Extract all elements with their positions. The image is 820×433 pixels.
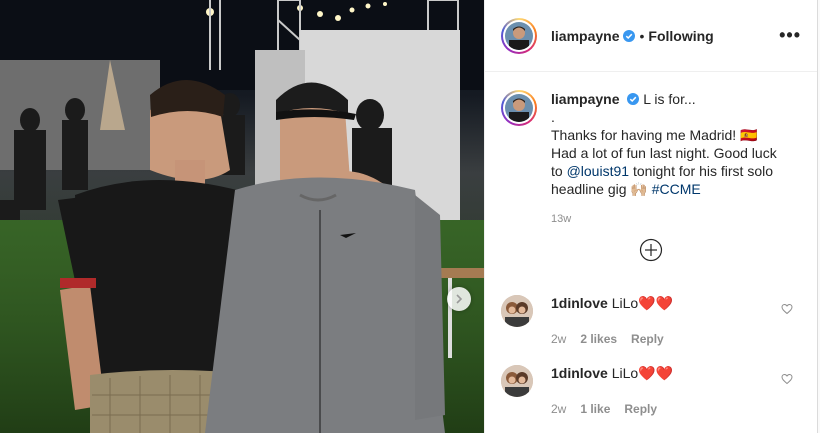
post-side-panel: liampayne • Following ••• liampayne L is… bbox=[484, 0, 818, 433]
comment-text: LiLo❤️❤️ bbox=[611, 365, 674, 381]
chevron-right-icon bbox=[456, 294, 463, 304]
avatar-photo bbox=[501, 295, 533, 327]
heart-outline-icon[interactable] bbox=[781, 303, 793, 315]
post-photo[interactable] bbox=[0, 0, 484, 433]
post-caption: liampayne L is for... . Thanks for havin… bbox=[485, 72, 817, 228]
author-avatar[interactable] bbox=[501, 17, 537, 54]
caption-line-1: L is for... bbox=[643, 91, 696, 107]
hashtag-link[interactable]: #CCME bbox=[652, 181, 701, 197]
caption-line-4: Had a lot of fun last night. Good luck bbox=[551, 145, 777, 161]
following-button[interactable]: Following bbox=[648, 28, 713, 44]
avatar-photo bbox=[505, 94, 533, 122]
post-timestamp[interactable]: 13w bbox=[551, 210, 801, 228]
plus-circle-icon[interactable] bbox=[639, 238, 663, 262]
caption-username[interactable]: liampayne bbox=[551, 91, 619, 107]
author-username[interactable]: liampayne bbox=[551, 28, 619, 44]
comment-likes[interactable]: 1 like bbox=[580, 402, 610, 416]
reply-button[interactable]: Reply bbox=[631, 332, 664, 346]
comment-item: 1dinlove LiLo❤️❤️ 2w 2 likes Reply bbox=[485, 295, 819, 346]
verified-badge-icon bbox=[627, 93, 640, 105]
separator-dot: • bbox=[639, 27, 645, 44]
caption-line-3: Thanks for having me Madrid! 🇪🇸 bbox=[551, 127, 758, 143]
more-options-icon[interactable]: ••• bbox=[779, 25, 801, 46]
comment-likes[interactable]: 2 likes bbox=[580, 332, 617, 346]
comment-time[interactable]: 2w bbox=[551, 332, 566, 346]
photo-illustration bbox=[0, 0, 484, 433]
heart-outline-icon[interactable] bbox=[781, 373, 793, 385]
caption-line-6: headline gig 🙌🏼 bbox=[551, 181, 648, 197]
caption-line-5: tonight for his first solo bbox=[632, 163, 773, 179]
comment-item: 1dinlove LiLo❤️❤️ 2w 1 like Reply bbox=[485, 365, 819, 416]
comment-time[interactable]: 2w bbox=[551, 402, 566, 416]
comment-text: LiLo❤️❤️ bbox=[611, 295, 674, 311]
commenter-username[interactable]: 1dinlove bbox=[551, 295, 608, 311]
comment-meta: 2w 2 likes Reply bbox=[551, 332, 673, 346]
avatar-photo bbox=[505, 21, 533, 50]
reply-button[interactable]: Reply bbox=[624, 402, 657, 416]
commenter-username[interactable]: 1dinlove bbox=[551, 365, 608, 381]
caption-author-avatar[interactable] bbox=[501, 90, 537, 126]
avatar-photo bbox=[501, 365, 533, 397]
caption-line-2: . bbox=[551, 109, 555, 125]
next-photo-button[interactable] bbox=[447, 287, 471, 311]
commenter-avatar[interactable] bbox=[501, 295, 533, 327]
post-header: liampayne • Following ••• bbox=[485, 0, 817, 72]
caption-text: liampayne L is for... . Thanks for havin… bbox=[551, 90, 801, 228]
mention-link[interactable]: @louist91 bbox=[567, 163, 629, 179]
comment-meta: 2w 1 like Reply bbox=[551, 402, 673, 416]
commenter-avatar[interactable] bbox=[501, 365, 533, 397]
verified-badge-icon bbox=[623, 29, 636, 42]
caption-to: to bbox=[551, 163, 563, 179]
load-more-comments[interactable] bbox=[485, 238, 817, 262]
